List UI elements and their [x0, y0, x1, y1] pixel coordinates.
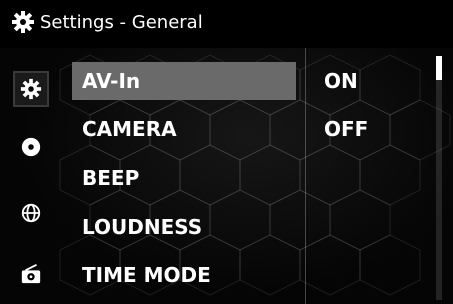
gear-icon: [12, 11, 34, 33]
radio-icon: [21, 264, 41, 284]
scrollbar[interactable]: [436, 56, 442, 300]
sidebar-item-globe[interactable]: [13, 195, 49, 231]
sidebar-item-disc[interactable]: [13, 129, 49, 165]
menu-item-av-in[interactable]: AV-In: [72, 62, 296, 100]
value-camera[interactable]: OFF: [324, 110, 368, 148]
globe-icon: [21, 203, 41, 223]
page-title: Settings - General: [40, 12, 203, 33]
disc-icon: [21, 137, 41, 157]
sidebar-item-radio[interactable]: [13, 256, 49, 292]
menu-item-camera[interactable]: CAMERA: [72, 110, 296, 148]
menu-item-loudness[interactable]: LOUDNESS: [72, 208, 296, 246]
scrollbar-thumb[interactable]: [436, 56, 442, 80]
column-divider: [305, 48, 306, 304]
menu-item-beep[interactable]: BEEP: [72, 159, 296, 197]
menu-item-time-mode[interactable]: TIME MODE: [72, 256, 296, 294]
gear-icon: [20, 78, 42, 100]
sidebar-item-general[interactable]: [13, 71, 49, 107]
value-av-in[interactable]: ON: [324, 62, 358, 100]
header-bar: Settings - General: [0, 0, 453, 48]
sidebar: [0, 56, 58, 304]
